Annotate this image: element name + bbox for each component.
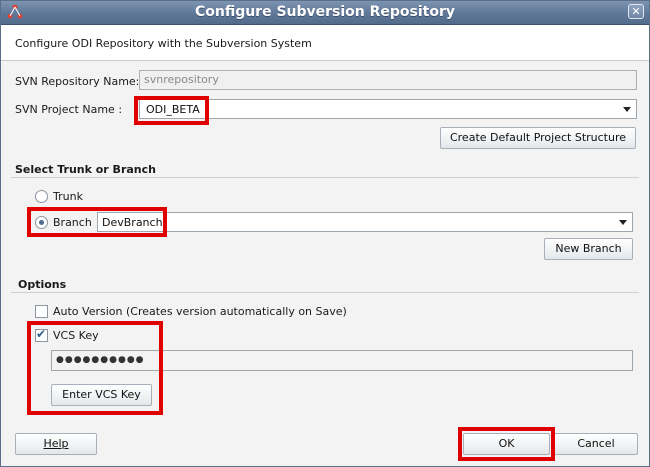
auto-version-checkbox[interactable] — [35, 305, 48, 318]
svn-project-name-value: ODI_BETA — [146, 103, 200, 116]
svn-project-name-label: SVN Project Name : — [15, 103, 123, 116]
svn-repository-name-field[interactable]: svnrepository — [139, 70, 637, 90]
options-section-title: Options — [18, 278, 67, 291]
section-divider — [11, 292, 639, 293]
create-default-structure-button[interactable]: Create Default Project Structure — [440, 127, 636, 149]
cancel-button[interactable]: Cancel — [554, 433, 638, 455]
help-button-label: Help — [43, 437, 69, 450]
vcs-key-label: VCS Key — [53, 329, 99, 342]
radio-selected-dot — [39, 220, 44, 225]
header-description: Configure ODI Repository with the Subver… — [15, 37, 312, 50]
checkmark-icon: ✔ — [36, 327, 47, 341]
branch-dropdown[interactable]: DevBranch — [97, 212, 633, 232]
vcs-key-checkbox[interactable]: ✔ — [35, 327, 48, 342]
svn-project-name-dropdown[interactable]: ODI_BETA — [139, 99, 637, 119]
trunk-label: Trunk — [53, 190, 83, 203]
svn-repository-name-label: SVN Repository Name: — [15, 75, 140, 88]
close-icon[interactable]: ✕ — [628, 4, 644, 19]
chevron-down-icon[interactable] — [619, 220, 627, 225]
auto-version-label: Auto Version (Creates version automatica… — [53, 305, 347, 318]
trunk-branch-section-title: Select Trunk or Branch — [15, 163, 156, 176]
title-bar[interactable]: Configure Subversion Repository ✕ — [1, 1, 649, 25]
ok-button[interactable]: OK — [463, 433, 550, 455]
dialog-window: Configure Subversion Repository ✕ Config… — [0, 0, 650, 467]
branch-label: Branch — [53, 216, 92, 229]
dialog-header: Configure ODI Repository with the Subver… — [1, 25, 649, 61]
enter-vcs-key-button[interactable]: Enter VCS Key — [51, 384, 152, 406]
help-button[interactable]: Help — [15, 433, 97, 455]
branch-radio[interactable] — [35, 216, 48, 229]
vcs-key-password-field[interactable]: ●●●●●●●●●● — [51, 350, 633, 371]
branch-value: DevBranch — [102, 216, 163, 229]
trunk-radio[interactable] — [35, 190, 48, 203]
window-title: Configure Subversion Repository — [194, 4, 456, 20]
new-branch-button[interactable]: New Branch — [544, 238, 633, 260]
chevron-down-icon[interactable] — [623, 107, 631, 112]
section-divider — [11, 177, 639, 178]
